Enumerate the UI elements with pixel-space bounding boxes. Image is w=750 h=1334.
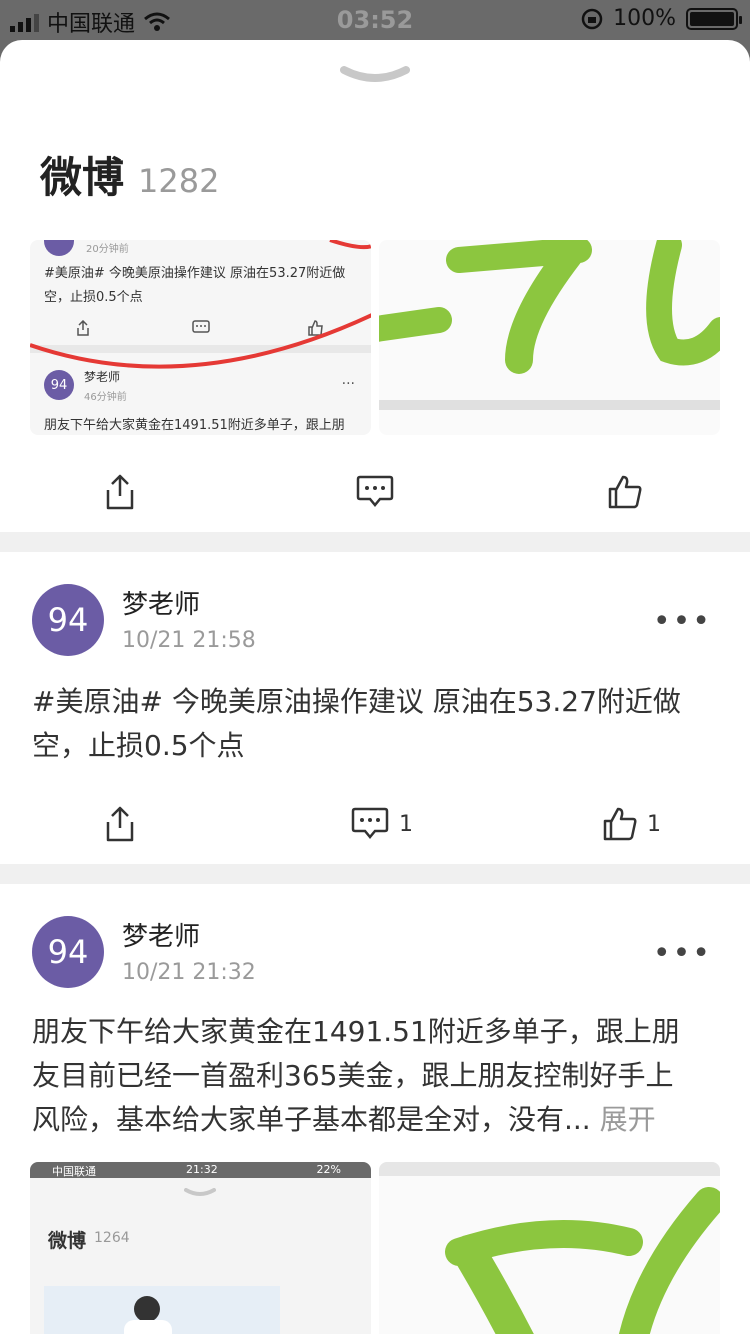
feed-post: 94 梦老师 10/21 21:58 ••• #美原油# 今晚美原油操作建议 原…	[0, 552, 750, 864]
like-button[interactable]: 1	[603, 784, 661, 864]
thumbs-up-icon	[603, 807, 637, 841]
battery-icon	[686, 7, 742, 30]
like-button[interactable]	[608, 452, 642, 532]
more-options-icon[interactable]: •••	[653, 604, 712, 639]
comment-icon	[356, 475, 394, 507]
post-time: 10/21 21:58	[122, 628, 256, 653]
image-thumbnail[interactable]	[379, 240, 720, 435]
comment-button[interactable]	[356, 452, 394, 532]
mini-clock: 21:32	[186, 1163, 218, 1176]
post-body: #美原油# 今晚美原油操作建议 原油在53.27附近做 空，止损0.5个点	[32, 680, 712, 768]
post-text-line: 朋友下午给大家黄金在1491.51附近多单子，跟上朋	[32, 1015, 680, 1048]
avatar[interactable]: 94	[32, 584, 104, 656]
post-actions: 1 1	[0, 784, 750, 864]
avatar: 94	[44, 370, 74, 400]
mini-text: 朋友下午给大家黄金在1491.51附近多单子，跟上朋	[44, 418, 345, 433]
comment-icon	[351, 807, 389, 839]
red-annotation-curve	[30, 240, 371, 369]
mini-count: 1264	[94, 1230, 130, 1246]
post-text-line: 空，止损0.5个点	[32, 729, 245, 762]
mini-status-bar: 中国联通 21:32 22%	[30, 1162, 371, 1178]
comment-count: 1	[399, 811, 413, 837]
image-thumbnail[interactable]: 中国联通 21:32 22% 微博 1264	[30, 1162, 371, 1334]
comment-button[interactable]: 1	[351, 784, 413, 864]
author-name[interactable]: 梦老师	[122, 916, 200, 953]
collapse-chevron-icon[interactable]	[340, 64, 410, 88]
share-button[interactable]	[104, 452, 136, 532]
like-count: 1	[647, 811, 661, 837]
thumbs-up-icon	[608, 475, 642, 509]
share-button[interactable]	[104, 784, 136, 864]
avatar[interactable]: 94	[32, 916, 104, 988]
feed-separator	[0, 532, 750, 552]
rotation-lock-icon	[581, 8, 603, 29]
collapse-chevron-icon	[184, 1188, 216, 1196]
image-thumbnail[interactable]: 20分钟前 #美原油# 今晚美原油操作建议 原油在53.27附近做 空，止损0.…	[30, 240, 371, 435]
weibo-sheet: 微博 1282 20分钟前 #美原油# 今晚美原油操作建议 原油在53.27附近…	[0, 40, 750, 1334]
share-icon	[106, 474, 134, 510]
page-title: 微博	[40, 153, 125, 202]
post-time: 10/21 21:32	[122, 960, 256, 985]
image-strip: 20分钟前 #美原油# 今晚美原油操作建议 原油在53.27附近做 空，止损0.…	[30, 240, 720, 435]
image-strip: 中国联通 21:32 22% 微博 1264	[30, 1162, 720, 1334]
feed-separator	[0, 864, 750, 884]
status-bar: 中国联通 03:52 100%	[0, 0, 750, 40]
post-count: 1282	[138, 162, 220, 200]
post-text: 风险，基本给大家单子基本都是全对，没有...	[32, 1103, 591, 1136]
mini-photo	[44, 1286, 280, 1334]
image-thumbnail[interactable]	[379, 1162, 720, 1334]
mini-name: 梦老师	[84, 370, 121, 384]
feed-post: 94 梦老师 10/21 21:32 ••• 朋友下午给大家黄金在1491.51…	[0, 884, 750, 1334]
post-text-line: 友目前已经一首盈利365美金，跟上朋友控制好手上	[32, 1059, 674, 1092]
sheet-header: 微博 1282	[40, 144, 219, 205]
mini-battery: 22%	[316, 1163, 341, 1176]
more-options-icon[interactable]: •••	[653, 936, 712, 971]
expand-link[interactable]: 展开	[600, 1103, 656, 1136]
post-body: 朋友下午给大家黄金在1491.51附近多单子，跟上朋 友目前已经一首盈利365美…	[32, 1010, 712, 1142]
post-text-line: 风险，基本给大家单子基本都是全对，没有... 展开	[32, 1098, 712, 1142]
post-text-line: #美原油# 今晚美原油操作建议 原油在53.27附近做	[32, 685, 681, 718]
battery-percent: 100%	[613, 6, 676, 31]
mini-title: 微博	[48, 1230, 87, 1252]
share-icon	[106, 806, 134, 842]
more-icon: ···	[341, 376, 355, 392]
mini-time: 46分钟前	[84, 392, 127, 403]
author-name[interactable]: 梦老师	[122, 584, 200, 621]
green-brush-image	[379, 240, 720, 410]
mini-carrier: 中国联通	[52, 1165, 96, 1178]
green-brush-image	[379, 1162, 720, 1334]
post-actions	[0, 452, 750, 532]
